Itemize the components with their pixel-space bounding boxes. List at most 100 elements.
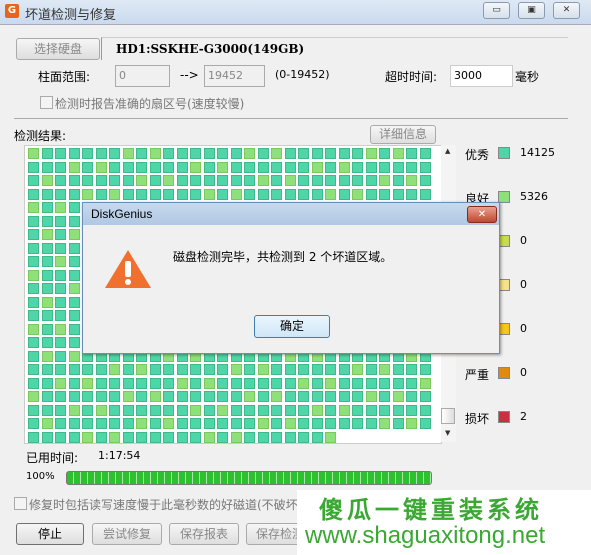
legend-count: 0 (520, 278, 527, 291)
sector-cell (203, 404, 215, 416)
sector-cell (325, 161, 336, 173)
sector-cell (392, 377, 404, 389)
sector-cell (257, 391, 269, 402)
sector-cell (203, 161, 215, 173)
sector-cell (55, 256, 66, 267)
scroll-down-icon[interactable]: ▼ (445, 429, 450, 437)
sector-cell (55, 337, 66, 348)
legend-count: 0 (520, 322, 527, 335)
sector-cell (68, 418, 80, 429)
results-label: 检测结果: (14, 129, 67, 143)
sector-cell (95, 148, 107, 159)
sector-cell (28, 391, 39, 402)
stop-button[interactable]: 停止 (16, 523, 84, 545)
legend-label: 损坏 (465, 412, 490, 426)
sector-cell (149, 377, 161, 389)
dialog-close-button[interactable]: ✕ (467, 206, 497, 223)
sector-cell (28, 431, 39, 443)
sector-cell (122, 377, 134, 389)
sector-cell (271, 377, 282, 389)
sector-cell (392, 391, 404, 402)
save-report-button[interactable]: 保存报表 (169, 523, 239, 545)
sector-cell (68, 148, 80, 159)
repair-slow-checkbox[interactable] (14, 497, 27, 510)
sector-cell (41, 229, 53, 240)
sector-cell (230, 175, 242, 186)
sector-cell (109, 161, 120, 173)
sector-cell (68, 229, 80, 240)
sector-cell (379, 418, 390, 429)
sector-cell (68, 337, 80, 348)
sector-cell (82, 391, 93, 402)
sector-cell (55, 269, 66, 281)
sector-cell (163, 391, 174, 402)
sector-cell (284, 148, 296, 159)
sector-cell (352, 418, 363, 429)
scrollbar-thumb[interactable] (441, 408, 455, 424)
sector-cell (365, 404, 377, 416)
close-button[interactable]: ✕ (553, 2, 580, 19)
sector-cell (68, 161, 80, 173)
sector-cell (271, 391, 282, 402)
sector-cell (109, 175, 120, 186)
sector-cell (55, 202, 66, 213)
sector-cell (95, 188, 107, 200)
sector-cell (68, 175, 80, 186)
ok-button[interactable]: 确定 (254, 315, 330, 338)
sector-cell (68, 391, 80, 402)
sector-cell (176, 377, 188, 389)
sector-cell (122, 175, 134, 186)
legend-label: 严重 (465, 368, 490, 382)
try-repair-button[interactable]: 尝试修复 (92, 523, 162, 545)
sector-cell (419, 148, 431, 159)
sector-cell (109, 418, 120, 429)
sector-cell (352, 188, 363, 200)
sector-cell (55, 242, 66, 254)
sector-cell (203, 431, 215, 443)
cylinder-to-input[interactable]: 19452 (204, 65, 265, 87)
legend-count: 5326 (520, 190, 548, 203)
report-sector-checkbox[interactable] (40, 96, 53, 109)
legend-count: 0 (520, 366, 527, 379)
sector-cell (244, 364, 255, 375)
sector-cell (55, 431, 66, 443)
sector-cell (82, 377, 93, 389)
sector-cell (311, 188, 323, 200)
sector-cell (230, 364, 242, 375)
sector-cell (419, 404, 431, 416)
report-sector-label: 检测时报告准确的扇区号(速度较慢) (55, 97, 245, 111)
sector-cell (28, 229, 39, 240)
sector-cell (163, 418, 174, 429)
sector-cell (419, 391, 431, 402)
details-button[interactable]: 详细信息 (370, 125, 436, 144)
sector-cell (406, 391, 417, 402)
sector-cell (28, 404, 39, 416)
sector-cell (176, 391, 188, 402)
legend-label: 优秀 (465, 148, 490, 162)
sector-cell (230, 188, 242, 200)
timeout-label: 超时时间: (385, 70, 438, 84)
cylinder-from-input[interactable]: 0 (115, 65, 170, 87)
separator (14, 118, 568, 119)
select-disk-button[interactable]: 选择硬盘 (16, 38, 100, 60)
maximize-button[interactable]: ▣ (518, 2, 545, 19)
sector-cell (352, 377, 363, 389)
scroll-up-icon[interactable]: ▲ (445, 147, 450, 155)
minimize-button[interactable]: ▭ (483, 2, 510, 19)
timeout-unit: 毫秒 (515, 70, 540, 84)
sector-cell (230, 161, 242, 173)
sector-cell (55, 323, 66, 335)
elapsed-label: 已用时间: (26, 451, 79, 465)
sector-cell (230, 404, 242, 416)
sector-cell (271, 148, 282, 159)
sector-cell (284, 418, 296, 429)
sector-cell (55, 175, 66, 186)
sector-cell (68, 404, 80, 416)
sector-cell (257, 364, 269, 375)
sector-cell (379, 188, 390, 200)
sector-cell (338, 404, 350, 416)
sector-cell (41, 242, 53, 254)
timeout-input[interactable]: 3000 (450, 65, 513, 87)
sector-cell (298, 148, 309, 159)
sector-cell (68, 202, 80, 213)
